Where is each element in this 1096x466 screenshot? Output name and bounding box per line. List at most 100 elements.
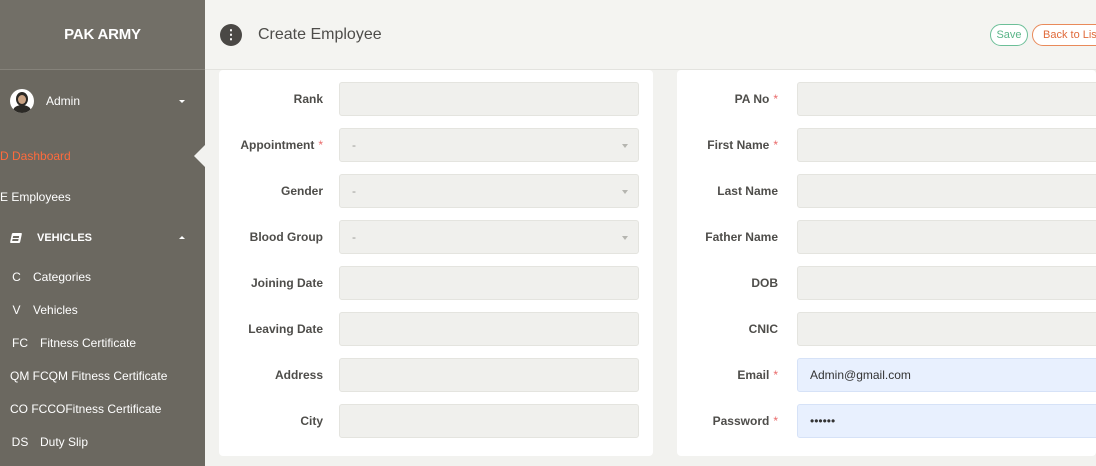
form-row-leaving-date: Leaving Date	[219, 312, 653, 346]
address-input[interactable]	[339, 358, 639, 392]
field-value: -	[352, 230, 356, 244]
form-card-right: PA No * First Name * Last Name Father Name DOB…	[677, 70, 1096, 456]
gender-label: Gender	[213, 174, 323, 208]
field-value: Admin@gmail.com	[810, 368, 911, 382]
dob-label: DOB	[668, 266, 778, 300]
user-menu[interactable]: Admin	[0, 70, 205, 132]
dropdown-arrow-icon	[622, 144, 628, 148]
form-row-blood-group: Blood Group -	[219, 220, 653, 254]
back-to-list-button[interactable]: Back to List	[1032, 24, 1096, 46]
active-indicator	[194, 145, 205, 167]
last-name-input[interactable]	[797, 174, 1096, 208]
blood-group-label: Blood Group	[213, 220, 323, 254]
form-row-appointment: Appointment * -	[219, 128, 653, 162]
form-row-pa-no: PA No *	[677, 82, 1096, 116]
sidebar-item-employees[interactable]: E Employees	[0, 181, 205, 213]
form-row-email: Email * Admin@gmail.com	[677, 358, 1096, 392]
field-value: -	[352, 138, 356, 152]
sidebar-item-co-fitness-certificate[interactable]: CO FC COFitness Certificate	[0, 392, 205, 425]
form-row-dob: DOB	[677, 266, 1096, 300]
sidebar-item-abbr: QM FC	[10, 368, 49, 383]
field-label-text: Last Name	[717, 184, 778, 198]
pa-no-label: PA No *	[668, 82, 778, 116]
password-input[interactable]: ••••••	[797, 404, 1096, 438]
father-name-label: Father Name	[668, 220, 778, 254]
father-name-input[interactable]	[797, 220, 1096, 254]
page-title: Create Employee	[258, 25, 382, 43]
city-input[interactable]	[339, 404, 639, 438]
chevron-down-icon	[179, 100, 185, 103]
sidebar-item-label: Fitness Certificate	[40, 335, 137, 350]
sidebar-item-label: QM Fitness Certificate	[48, 368, 168, 383]
required-asterisk: *	[773, 92, 778, 106]
user-name: Admin	[46, 94, 81, 108]
sidebar-item-categories[interactable]: C Categories	[0, 260, 205, 293]
field-label-text: PA No	[734, 92, 770, 106]
cnic-input[interactable]	[797, 312, 1096, 346]
blood-group-select[interactable]: -	[339, 220, 639, 254]
sidebar-item-abbr: FC	[12, 335, 28, 350]
rank-label: Rank	[213, 82, 323, 116]
sidebar-item-label: E Employees	[0, 190, 71, 204]
form-card-left: Rank Appointment * - Gender - Blood Group - Join…	[219, 70, 653, 456]
email-input[interactable]: Admin@gmail.com	[797, 358, 1096, 392]
sidebar-item-fitness-certificate[interactable]: FC Fitness Certificate	[0, 326, 205, 359]
form-row-father-name: Father Name	[677, 220, 1096, 254]
field-label-text: Blood Group	[249, 230, 323, 244]
chevron-up-icon	[179, 236, 185, 239]
more-vertical-icon[interactable]: ⋮	[220, 23, 242, 46]
field-label-text: Password	[712, 414, 770, 428]
field-label-text: Joining Date	[250, 276, 323, 290]
field-label-text: Father Name	[705, 230, 778, 244]
form-row-joining-date: Joining Date	[219, 266, 653, 300]
dropdown-arrow-icon	[622, 236, 628, 240]
leaving-date-input[interactable]	[339, 312, 639, 346]
sidebar-item-qm-fitness-certificate[interactable]: QM FC QM Fitness Certificate	[0, 359, 205, 392]
sidebar-item-duty-slip[interactable]: DS Duty Slip	[0, 425, 205, 458]
required-asterisk: *	[773, 368, 778, 382]
field-label-text: Email	[737, 368, 770, 382]
address-label: Address	[213, 358, 323, 392]
form-row-city: City	[219, 404, 653, 438]
required-asterisk: *	[773, 138, 778, 152]
field-label-text: Leaving Date	[248, 322, 323, 336]
field-label-text: CNIC	[748, 322, 778, 336]
rank-input[interactable]	[339, 82, 639, 116]
first-name-input[interactable]	[797, 128, 1096, 162]
sidebar-item-label: Duty Slip	[40, 434, 89, 449]
form-row-first-name: First Name *	[677, 128, 1096, 162]
field-label-text: City	[300, 414, 323, 428]
sidebar-item-abbr: V	[12, 302, 21, 317]
field-value: ••••••	[810, 414, 836, 428]
dropdown-arrow-icon	[622, 190, 628, 194]
joining-date-input[interactable]	[339, 266, 639, 300]
field-label-text: Appointment	[240, 138, 315, 152]
leaving-date-label: Leaving Date	[213, 312, 323, 346]
field-value: -	[352, 184, 356, 198]
pa-no-input[interactable]	[797, 82, 1096, 116]
save-button[interactable]: Save	[990, 24, 1028, 46]
book-icon	[10, 232, 23, 244]
appointment-select[interactable]: -	[339, 128, 639, 162]
sidebar-item-label: COFitness Certificate	[47, 401, 162, 416]
form-row-gender: Gender -	[219, 174, 653, 208]
gender-select[interactable]: -	[339, 174, 639, 208]
avatar	[10, 89, 34, 113]
sidebar-item-vehicles[interactable]: V Vehicles	[0, 293, 205, 326]
field-label-text: DOB	[751, 276, 778, 290]
first-name-label: First Name *	[668, 128, 778, 162]
form-row-cnic: CNIC	[677, 312, 1096, 346]
field-label-text: Address	[274, 368, 323, 382]
required-asterisk: *	[773, 414, 778, 428]
dob-input[interactable]	[797, 266, 1096, 300]
appointment-label: Appointment *	[213, 128, 323, 162]
sidebar-group-vehicles[interactable]: VEHICLES	[0, 216, 205, 260]
password-label: Password *	[668, 404, 778, 438]
sidebar-item-dashboard[interactable]: D Dashboard	[0, 140, 205, 172]
form-row-last-name: Last Name	[677, 174, 1096, 208]
field-label-text: Gender	[280, 184, 323, 198]
cnic-label: CNIC	[668, 312, 778, 346]
sidebar-item-label: Vehicles	[33, 302, 78, 317]
sidebar-item-abbr: DS	[11, 434, 29, 449]
form-row-rank: Rank	[219, 82, 653, 116]
